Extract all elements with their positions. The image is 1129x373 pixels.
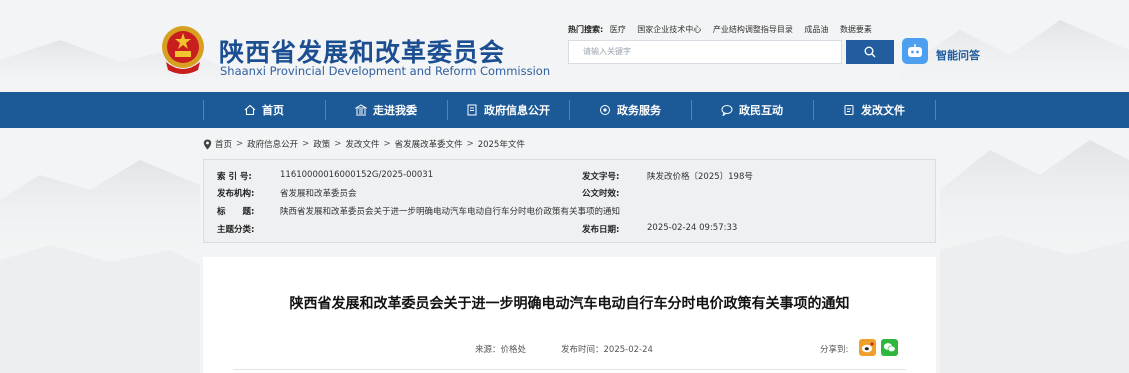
breadcrumb-item[interactable]: 政策: [313, 138, 330, 150]
info-label: 主题分类:: [217, 225, 255, 235]
hot-keyword[interactable]: 医疗: [610, 25, 626, 34]
article-panel: 陕西省发展和改革委员会关于进一步明确电动汽车电动自行车分时电价政策有关事项的通知…: [203, 257, 936, 373]
ai-robot-icon[interactable]: [902, 38, 928, 64]
national-emblem-icon[interactable]: [160, 24, 206, 74]
site-subtitle: Shaanxi Provincial Development and Refor…: [220, 64, 551, 78]
info-label: 发布机构:: [217, 189, 255, 199]
breadcrumb-item[interactable]: 2025年文件: [478, 138, 525, 150]
info-doc-no: 发文字号: 陕发改价格〔2025〕198号: [582, 170, 753, 182]
article-publish-time: 发布时间：2025-02-24: [561, 345, 653, 355]
service-icon: [600, 105, 610, 115]
chat-icon: [721, 105, 733, 116]
nav-divider: [935, 100, 936, 120]
search-icon: [864, 46, 876, 58]
breadcrumb-separator: >: [466, 139, 474, 149]
breadcrumb-separator: >: [383, 139, 391, 149]
info-publisher: 发布机构: 省发展和改革委员会: [217, 187, 357, 199]
nav-item-label: 政民互动: [739, 104, 783, 117]
article-divider: [233, 369, 906, 370]
nav-item-services[interactable]: 政务服务: [569, 92, 691, 128]
nav-item-home[interactable]: 首页: [203, 92, 325, 128]
nav-item-label: 发改文件: [861, 104, 905, 117]
main-nav: 首页 走进我委 政府信息公开 政务服务 政民互动 发改文件: [0, 92, 1129, 128]
location-pin-icon: [203, 139, 212, 149]
document-info-box: 索 引 号: 11610000016000152G/2025-00031 发文字…: [203, 159, 936, 243]
info-value: 11610000016000152G/2025-00031: [280, 170, 434, 180]
nav-item-about[interactable]: 走进我委: [325, 92, 447, 128]
hot-search: 热门搜索: 医疗 国家企业技术中心 产业结构调整指导目录 成品油 数据要素: [568, 24, 881, 35]
breadcrumb-separator: >: [236, 139, 244, 149]
nav-item-interaction[interactable]: 政民互动: [691, 92, 813, 128]
info-label: 发文字号:: [582, 172, 620, 182]
share-label: 分享到:: [820, 345, 849, 355]
breadcrumb-separator: >: [302, 139, 310, 149]
breadcrumb-separator: >: [334, 139, 342, 149]
info-label: 索 引 号:: [217, 172, 252, 182]
search-button[interactable]: [846, 40, 894, 64]
info-index: 索 引 号: 11610000016000152G/2025-00031: [217, 170, 433, 182]
info-date: 发布日期: 2025-02-24 09:57:33: [582, 223, 737, 235]
hot-keyword[interactable]: 数据要素: [840, 25, 872, 34]
nav-item-label: 首页: [262, 104, 284, 117]
info-title: 标 题: 陕西省发展和改革委员会关于进一步明确电动汽车电动自行车分时电价政策有关…: [217, 205, 620, 217]
ai-qa-link[interactable]: 智能问答: [936, 47, 980, 63]
info-effective: 公文时效:: [582, 187, 619, 199]
hot-keyword[interactable]: 成品油: [804, 25, 828, 34]
breadcrumb-item[interactable]: 省发展改革委文件: [395, 138, 463, 150]
site-header: 陕西省发展和改革委员会 Shaanxi Provincial Developme…: [0, 0, 1129, 92]
info-label: 公文时效:: [582, 189, 620, 199]
info-value: 省发展和改革委员会: [280, 189, 357, 199]
nav-item-label: 走进我委: [373, 104, 417, 117]
info-label: 标 题:: [217, 207, 255, 217]
hot-search-label: 热门搜索:: [568, 25, 604, 34]
file-icon: [844, 105, 854, 115]
nav-item-label: 政府信息公开: [484, 104, 550, 117]
breadcrumb-item[interactable]: 发改文件: [345, 138, 379, 150]
hot-keyword[interactable]: 国家企业技术中心: [637, 25, 701, 34]
info-topic: 主题分类:: [217, 223, 254, 235]
hot-keyword[interactable]: 产业结构调整指导目录: [713, 25, 793, 34]
breadcrumb-item[interactable]: 首页: [215, 138, 232, 150]
building-icon: [355, 104, 367, 116]
breadcrumb-item[interactable]: 政府信息公开: [247, 138, 298, 150]
nav-item-documents[interactable]: 发改文件: [813, 92, 935, 128]
document-icon: [467, 104, 477, 116]
home-icon: [244, 104, 256, 116]
weibo-share-icon[interactable]: [859, 339, 876, 356]
info-label: 发布日期:: [582, 225, 620, 235]
info-value: 陕发改价格〔2025〕198号: [647, 172, 753, 182]
nav-item-label: 政务服务: [617, 104, 661, 117]
nav-item-gov-info[interactable]: 政府信息公开: [447, 92, 569, 128]
breadcrumb: 首页 > 政府信息公开 > 政策 > 发改文件 > 省发展改革委文件 > 2025年文件: [203, 138, 525, 150]
wechat-share-icon[interactable]: [881, 339, 898, 356]
info-value: 陕西省发展和改革委员会关于进一步明确电动汽车电动自行车分时电价政策有关事项的通知: [280, 207, 621, 217]
article-title: 陕西省发展和改革委员会关于进一步明确电动汽车电动自行车分时电价政策有关事项的通知: [289, 296, 850, 312]
search-input[interactable]: 请输入关键字: [568, 40, 842, 64]
article-source: 来源：价格处: [475, 345, 527, 355]
info-value: 2025-02-24 09:57:33: [647, 223, 738, 233]
